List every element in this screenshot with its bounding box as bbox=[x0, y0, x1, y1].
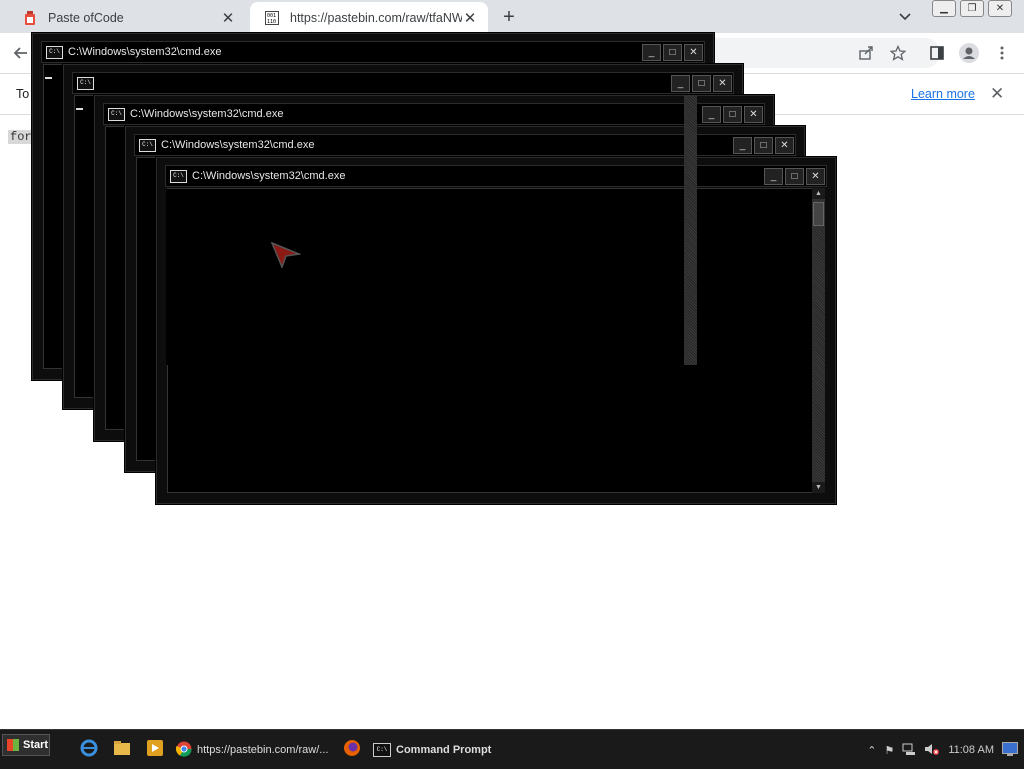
scrollbar-thumb[interactable] bbox=[813, 202, 824, 226]
close-tab-icon[interactable]: ✕ bbox=[220, 10, 236, 27]
minimize-button[interactable]: _ bbox=[642, 43, 661, 61]
side-panel-icon[interactable] bbox=[926, 42, 948, 64]
volume-muted-icon[interactable] bbox=[924, 742, 940, 759]
maximize-button[interactable]: □ bbox=[692, 74, 711, 92]
maximize-button[interactable]: □ bbox=[723, 105, 742, 123]
cmd-window-icon: C:\ bbox=[170, 169, 187, 183]
profile-avatar-icon[interactable] bbox=[958, 42, 980, 64]
tab-strip: Paste ofCode ✕ 001 110 https://pastebin.c… bbox=[0, 0, 1024, 33]
vertical-scrollbar[interactable]: ▲ ▼ bbox=[812, 188, 825, 493]
tab-paste-of-code[interactable]: Paste ofCode ✕ bbox=[8, 2, 246, 33]
close-info-bar-icon[interactable]: ✕ bbox=[990, 84, 1004, 104]
close-button[interactable]: ✕ bbox=[806, 167, 825, 185]
taskbar: Start https://pastebin.com/raw/... C:\ C… bbox=[0, 729, 1024, 769]
pastebin-favicon-icon bbox=[22, 10, 38, 26]
network-icon[interactable] bbox=[902, 742, 916, 759]
cmd-window-icon: C:\ bbox=[77, 76, 94, 90]
back-arrow-icon[interactable] bbox=[10, 42, 32, 64]
internet-explorer-icon[interactable] bbox=[80, 739, 98, 757]
show-desktop-icon[interactable] bbox=[1002, 741, 1018, 759]
minimize-button[interactable]: _ bbox=[733, 136, 752, 154]
svg-text:110: 110 bbox=[267, 19, 276, 25]
window-caption-buttons: ▁ ❐ ✕ bbox=[932, 0, 1012, 17]
kebab-menu-icon[interactable] bbox=[991, 42, 1013, 64]
tab-pastebin-raw[interactable]: 001 110 https://pastebin.com/raw/tfaNW ✕ bbox=[250, 2, 488, 33]
tab-search-chevron-icon[interactable] bbox=[896, 8, 914, 26]
bookmark-star-icon[interactable] bbox=[887, 42, 909, 64]
cmd-title-bar[interactable]: C:\ C:\Windows\system32\cmd.exe _ □ ✕ bbox=[165, 165, 827, 187]
maximize-button[interactable]: □ bbox=[785, 167, 804, 185]
cmd-title-bar[interactable]: C:\ C:\Windows\system32\cmd.exe _ □ ✕ bbox=[41, 41, 705, 63]
new-tab-button[interactable]: + bbox=[498, 6, 520, 28]
pastebin-favicon-icon: 001 110 bbox=[264, 10, 280, 26]
file-explorer-icon[interactable] bbox=[113, 739, 131, 757]
learn-more-link[interactable]: Learn more bbox=[911, 87, 975, 101]
restore-window-button[interactable]: ❐ bbox=[960, 0, 984, 17]
minimize-button[interactable]: _ bbox=[764, 167, 783, 185]
windows-flag-icon bbox=[7, 739, 19, 751]
cmd-window-icon: C:\ bbox=[108, 107, 125, 121]
close-window-button[interactable]: ✕ bbox=[988, 0, 1012, 17]
tab-title: https://pastebin.com/raw/tfaNW bbox=[290, 10, 462, 25]
cmd-window-title: C:\Windows\system32\cmd.exe bbox=[192, 170, 346, 182]
page-raw-text: for bbox=[8, 130, 34, 144]
cmd-title-bar[interactable]: C:\ C:\Windows\system32\cmd.exe _ □ ✕ bbox=[103, 103, 765, 125]
taskbar-command-prompt-task[interactable]: C:\ Command Prompt bbox=[373, 739, 523, 761]
console-cursor bbox=[76, 108, 83, 110]
close-button[interactable]: ✕ bbox=[713, 74, 732, 92]
chrome-icon bbox=[176, 741, 192, 760]
minimize-button[interactable]: _ bbox=[671, 74, 690, 92]
clock[interactable]: 11:08 AM bbox=[948, 744, 994, 756]
maximize-button[interactable]: □ bbox=[754, 136, 773, 154]
cmd-window-title: C:\Windows\system32\cmd.exe bbox=[161, 139, 315, 151]
start-label: Start bbox=[23, 739, 49, 751]
vertical-scrollbar[interactable] bbox=[684, 95, 697, 365]
cmd-window-title: C:\Windows\system32\cmd.exe bbox=[68, 46, 222, 58]
mouse-pointer-icon bbox=[270, 241, 302, 271]
task-label: https://pastebin.com/raw/... bbox=[197, 744, 329, 756]
scroll-down-arrow-icon[interactable]: ▼ bbox=[812, 482, 825, 493]
firefox-icon[interactable] bbox=[343, 739, 361, 757]
action-center-flag-icon[interactable]: ⚑ bbox=[884, 744, 894, 757]
cmd-window-icon: C:\ bbox=[46, 45, 63, 59]
task-label: Command Prompt bbox=[396, 744, 492, 756]
tray-expand-chevron-icon[interactable]: ⌃ bbox=[867, 744, 876, 757]
cmd-window-title: C:\Windows\system32\cmd.exe bbox=[130, 108, 284, 120]
start-button[interactable]: Start bbox=[2, 734, 50, 756]
cmd-console-overlay bbox=[166, 189, 683, 365]
console-cursor bbox=[45, 77, 52, 79]
taskbar-chrome-task[interactable]: https://pastebin.com/raw/... bbox=[176, 739, 332, 761]
close-button[interactable]: ✕ bbox=[775, 136, 794, 154]
tab-title: Paste ofCode bbox=[48, 10, 124, 25]
close-tab-icon[interactable]: ✕ bbox=[462, 10, 478, 27]
minimize-button[interactable]: _ bbox=[702, 105, 721, 123]
cmd-window-icon: C:\ bbox=[139, 138, 156, 152]
scroll-up-arrow-icon[interactable]: ▲ bbox=[812, 188, 825, 199]
maximize-button[interactable]: □ bbox=[663, 43, 682, 61]
minimize-window-button[interactable]: ▁ bbox=[932, 0, 956, 17]
cmd-title-bar[interactable]: C:\ _ □ ✕ bbox=[72, 72, 734, 94]
system-tray: ⌃ ⚑ 11:08 AM bbox=[867, 739, 1024, 761]
cmd-icon: C:\ bbox=[373, 743, 391, 757]
media-player-icon[interactable] bbox=[146, 739, 164, 757]
share-icon[interactable] bbox=[855, 42, 877, 64]
close-button[interactable]: ✕ bbox=[684, 43, 703, 61]
info-bar-message: To bbox=[16, 87, 30, 101]
close-button[interactable]: ✕ bbox=[744, 105, 763, 123]
